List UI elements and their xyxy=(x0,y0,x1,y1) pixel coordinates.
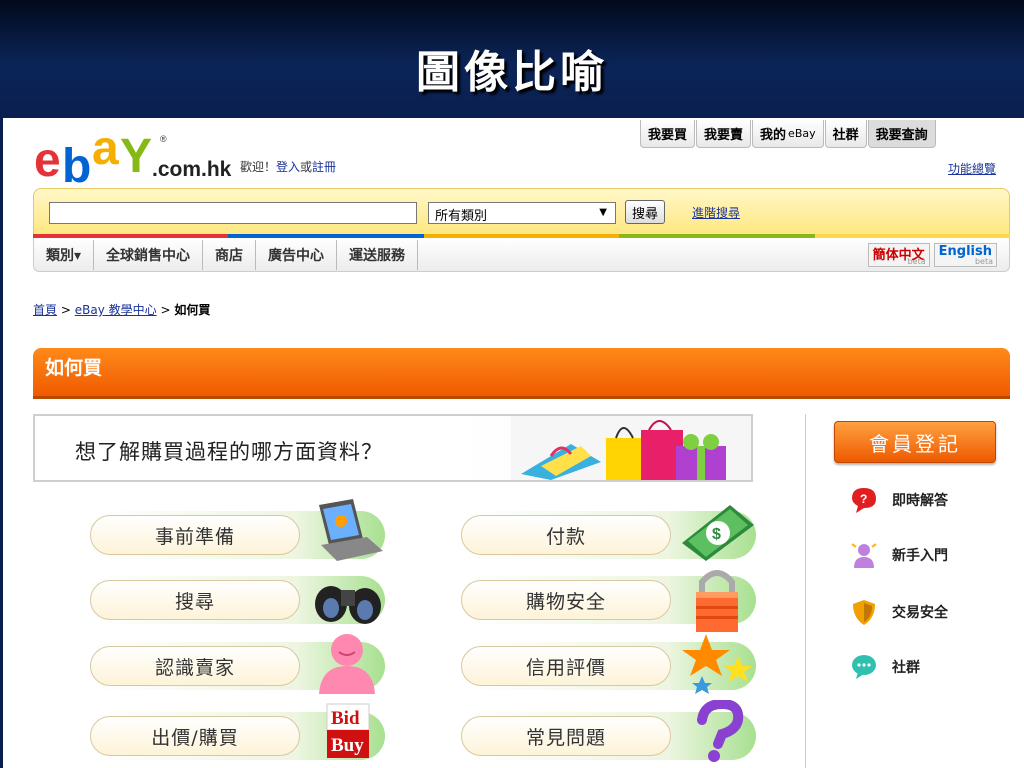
stars-icon xyxy=(682,634,752,694)
search-button[interactable]: 搜尋 xyxy=(625,200,666,224)
svg-text:Y: Y xyxy=(120,130,152,183)
sign-in-link[interactable]: 登入 xyxy=(276,160,300,174)
nav-global-sales[interactable]: 全球銷售中心 xyxy=(94,239,204,270)
nav-bar: 類別▾ 全球銷售中心 商店 廣告中心 運送服務 簡体中文 beta English… xyxy=(33,238,1010,272)
lock-icon xyxy=(696,570,738,632)
gift-bags-icon xyxy=(511,416,751,480)
nav-stores[interactable]: 商店 xyxy=(203,239,257,270)
topic-faq[interactable]: 常見問題 xyxy=(458,700,756,762)
question-text: 想了解購買過程的哪方面資料？ xyxy=(75,440,383,464)
topic-feedback[interactable]: 信用評價 xyxy=(458,634,756,694)
svg-text:Bid: Bid xyxy=(331,708,360,729)
feature-overview-link[interactable]: 功能總覽 xyxy=(948,160,996,177)
newcomer-icon xyxy=(851,543,877,568)
nav-categories[interactable]: 類別▾ xyxy=(34,239,95,270)
topic-payment[interactable]: 付款 $ xyxy=(458,505,756,561)
svg-text:$: $ xyxy=(712,526,721,543)
top-tabs: 我要買 我要賣 我的 eBay 社群 我要查詢 xyxy=(640,120,937,148)
laptop-icon xyxy=(319,499,383,561)
topic-search[interactable]: 搜尋 xyxy=(87,576,385,624)
lang-simplified-button[interactable]: 簡体中文 beta xyxy=(867,243,930,267)
tab-sell[interactable]: 我要賣 xyxy=(696,120,752,148)
topic-bid-buy[interactable]: 出價/購買 Bid Buy xyxy=(87,703,385,760)
tab-help[interactable]: 我要查詢 xyxy=(867,120,936,148)
member-register-button[interactable]: 會員登記 xyxy=(834,421,996,463)
nav-shipping[interactable]: 運送服務 xyxy=(337,239,419,270)
breadcrumb-learning-center[interactable]: eBay 教學中心 xyxy=(75,303,157,317)
search-input[interactable] xyxy=(49,202,417,224)
shield-icon xyxy=(853,600,875,625)
search-bar: 所有類別 ▼ 搜尋 進階搜尋 xyxy=(33,188,1010,234)
svg-text:b: b xyxy=(62,140,91,186)
tab-my-ebay[interactable]: 我的 eBay xyxy=(752,120,824,148)
binoculars-icon xyxy=(315,586,381,624)
chat-bubble-icon: ? xyxy=(852,488,876,513)
question-icon xyxy=(697,700,744,762)
advanced-search-link[interactable]: 進階搜尋 xyxy=(692,204,740,221)
welcome-text: 歡迎！登入或註冊 xyxy=(240,160,337,174)
topic-know-seller[interactable]: 認識賣家 xyxy=(87,634,385,694)
breadcrumb: 首頁 > eBay 教學中心 > 如何買 xyxy=(33,303,211,317)
person-icon xyxy=(319,634,375,694)
tab-community[interactable]: 社群 xyxy=(824,120,867,148)
question-banner: 想了解購買過程的哪方面資料？ xyxy=(33,414,753,482)
register-link[interactable]: 註冊 xyxy=(312,160,336,174)
breadcrumb-current: 如何買 xyxy=(174,303,211,317)
svg-text:®: ® xyxy=(160,134,167,144)
ebay-logo[interactable]: e b a Y ® .com.hk xyxy=(34,122,234,193)
bid-buy-icon: Bid Buy xyxy=(326,703,370,758)
column-divider xyxy=(805,414,806,768)
topic-preparation[interactable]: 事前準備 xyxy=(87,499,385,561)
sidebar-item-trade-safety[interactable]: 交易安全 xyxy=(850,597,948,627)
category-select[interactable]: 所有類別 ▼ xyxy=(428,202,616,224)
ebay-screenshot: e b a Y ® .com.hk 歡迎！登入或註冊 我要買 我要賣 我的 eBa… xyxy=(0,118,1024,768)
community-icon xyxy=(852,655,876,679)
chevron-down-icon: ▼ xyxy=(599,207,607,218)
section-header: 如何買 xyxy=(33,348,1010,396)
topic-shopping-safety[interactable]: 購物安全 xyxy=(458,570,756,632)
sidebar-item-newcomer[interactable]: 新手入門 xyxy=(850,540,948,570)
slide-header: 圖像比喻 xyxy=(0,0,1024,118)
lang-english-button[interactable]: English beta xyxy=(933,243,997,267)
section-title: 如何買 xyxy=(45,357,103,379)
sidebar-item-community[interactable]: 社群 xyxy=(850,652,920,682)
logo-domain: .com.hk xyxy=(152,158,232,181)
language-switch: 簡体中文 beta English beta xyxy=(867,243,997,267)
breadcrumb-home[interactable]: 首頁 xyxy=(33,303,57,317)
money-icon: $ xyxy=(682,505,754,561)
slide-title: 圖像比喻 xyxy=(416,47,608,98)
nav-ad-center[interactable]: 廣告中心 xyxy=(256,239,338,270)
svg-text:a: a xyxy=(92,126,119,175)
section-underline xyxy=(33,396,1010,399)
slide-left-border xyxy=(0,118,3,768)
svg-text:Buy: Buy xyxy=(331,735,364,756)
svg-text:e: e xyxy=(34,134,61,186)
sidebar-item-instant-answers[interactable]: ? 即時解答 xyxy=(850,485,948,515)
tab-buy[interactable]: 我要買 xyxy=(640,120,696,148)
svg-text:?: ? xyxy=(860,492,867,506)
